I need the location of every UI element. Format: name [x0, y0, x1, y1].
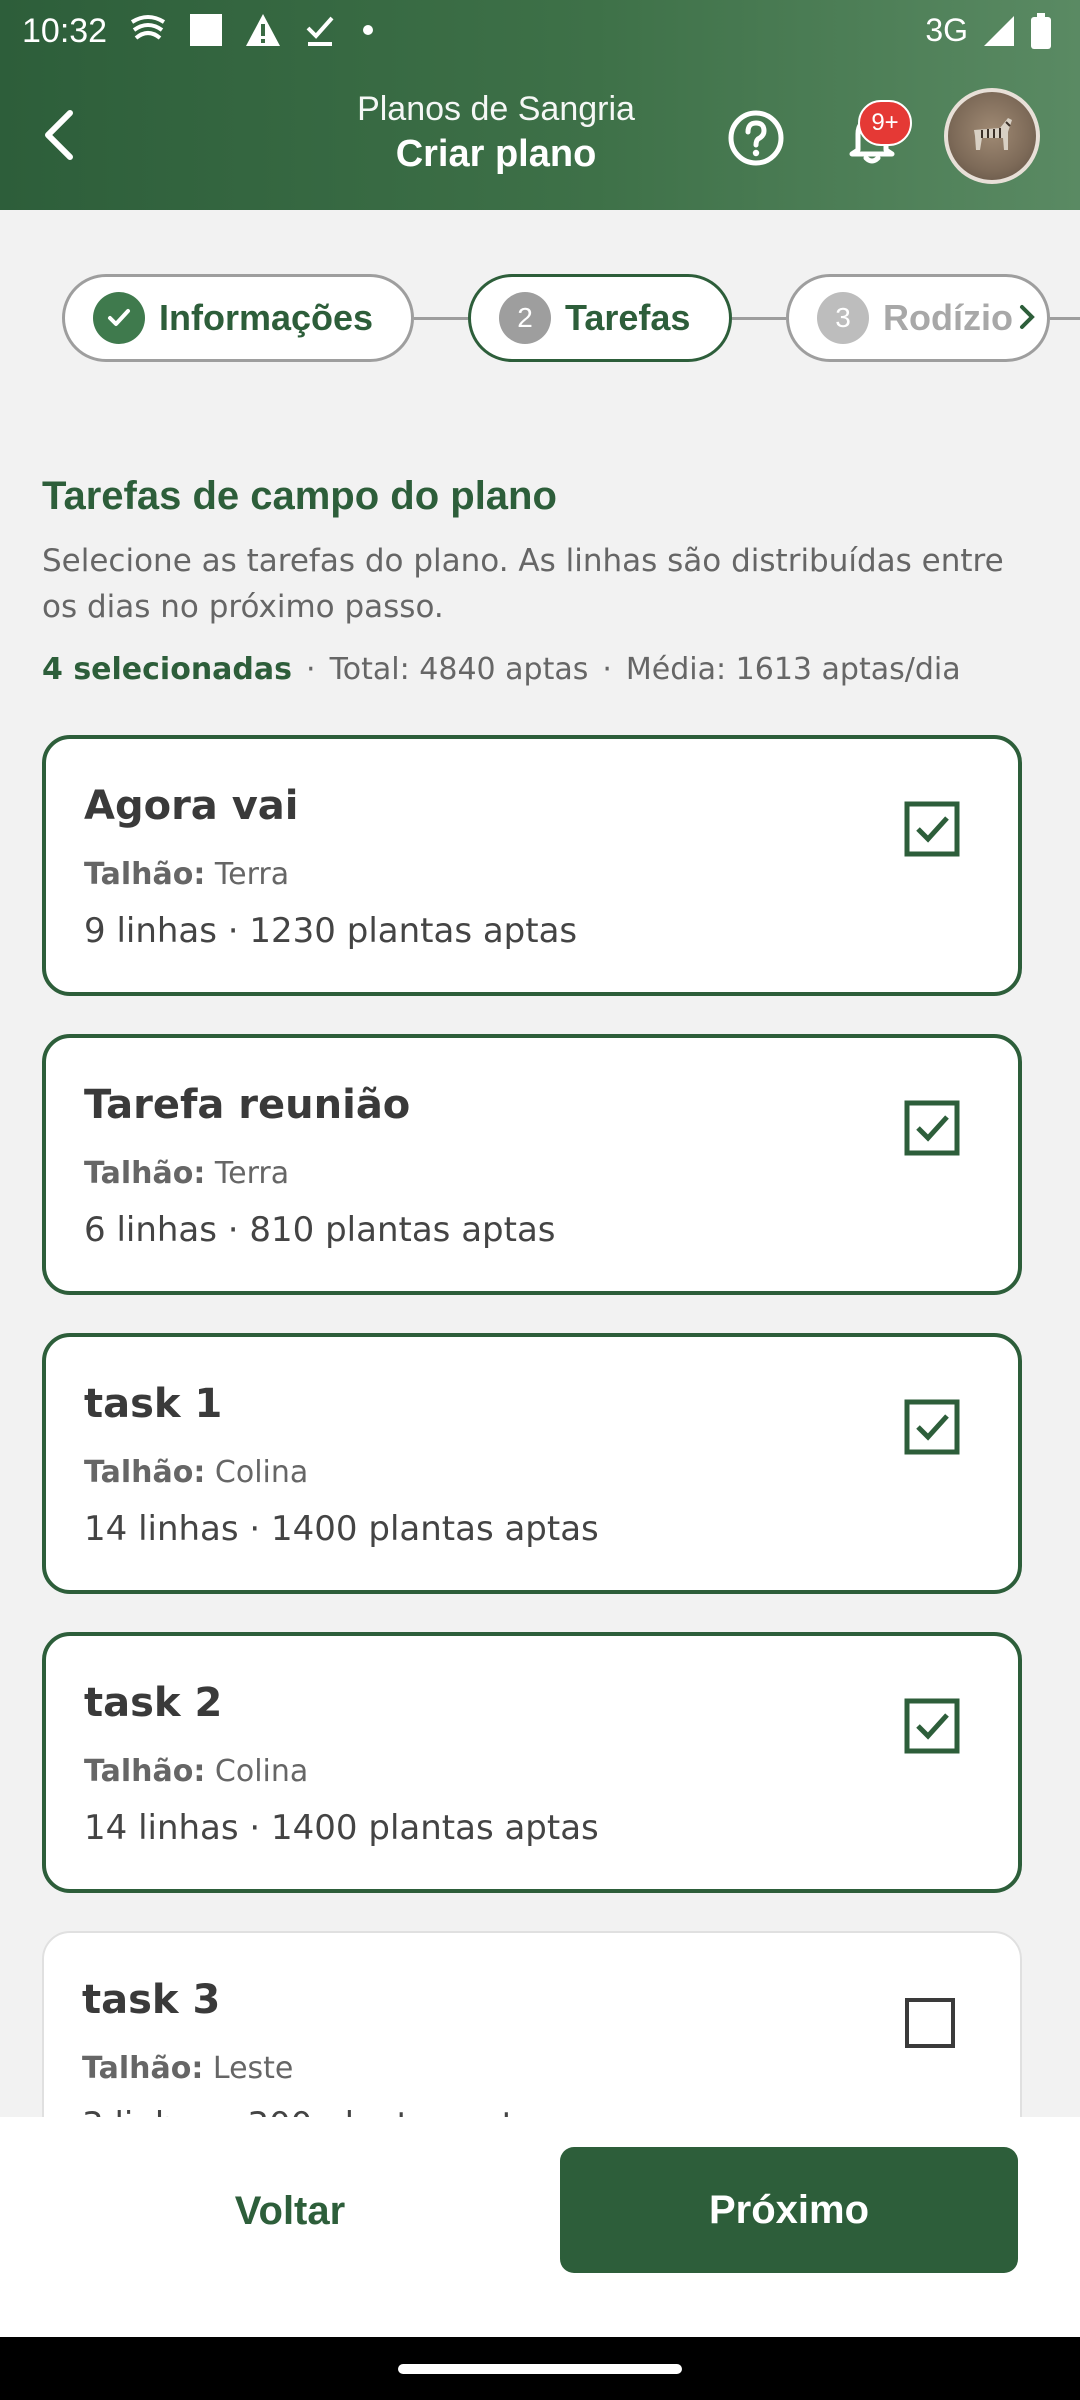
total-aptas: Total: 4840 aptas [329, 652, 589, 687]
step-done-badge [93, 292, 145, 344]
separator: · [306, 652, 316, 687]
task-plot: Talhão: Terra [84, 857, 289, 892]
task-card[interactable]: task 1 Talhão: Colina 14 linhas · 1400 p… [42, 1333, 1022, 1594]
task-card[interactable]: task 3 Talhão: Leste 3 linhas · 300 plan… [42, 1931, 1022, 2117]
task-plot: Talhão: Colina [84, 1455, 308, 1490]
selected-count: 4 selecionadas [42, 652, 293, 687]
notification-badge: 9+ [858, 100, 912, 146]
task-name: Agora vai [84, 783, 299, 829]
stepper: Informações 2 Tarefas 3 Rodízio [0, 260, 1080, 370]
wifi-calling-icon [130, 15, 166, 40]
step-informacoes[interactable]: Informações [62, 274, 414, 362]
task-name: task 1 [84, 1381, 223, 1427]
selection-summary: 4 selecionadas · Total: 4840 aptas · Média: … [42, 652, 961, 687]
task-stats: 9 linhas · 1230 plantas aptas [84, 911, 578, 951]
step-number: 3 [817, 292, 869, 344]
task-plot: Talhão: Leste [82, 2051, 293, 2086]
task-plot: Talhão: Terra [84, 1156, 289, 1191]
section-title: Tarefas de campo do plano [42, 474, 557, 518]
section-description: Selecione as tarefas do plano. As linhas… [42, 543, 1004, 625]
battery-icon [1031, 12, 1051, 49]
checkbox-unchecked-icon[interactable] [902, 1995, 958, 2051]
network-type: 3G [925, 12, 968, 48]
step-tarefas[interactable]: 2 Tarefas [468, 274, 732, 362]
status-right: 3G [925, 12, 1052, 49]
task-card[interactable]: Agora vai Talhão: Terra 9 linhas · 1230 … [42, 735, 1022, 996]
task-name: task 3 [82, 1977, 221, 2023]
task-list: Agora vai Talhão: Terra 9 linhas · 1230 … [42, 735, 1022, 2117]
warning-icon [246, 14, 280, 46]
plot-value: Terra [214, 857, 290, 892]
task-name: task 2 [84, 1680, 223, 1726]
check-icon [108, 309, 130, 326]
task-stats: 14 linhas · 1400 plantas aptas [84, 1808, 599, 1848]
task-stats: 14 linhas · 1400 plantas aptas [84, 1509, 599, 1549]
plot-value: Terra [214, 1156, 290, 1191]
header-supertitle: Planos de Sangria [357, 90, 635, 128]
plot-label: Talhão: [84, 857, 206, 892]
plot-value: Colina [214, 1754, 309, 1789]
step-label: Tarefas [565, 297, 691, 338]
chevron-left-icon [45, 110, 73, 160]
home-handle[interactable] [398, 2364, 682, 2374]
status-notification-icons [128, 12, 378, 48]
square-icon [190, 14, 222, 46]
plot-label: Talhão: [82, 2051, 204, 2086]
step-label: Informações [159, 297, 374, 338]
stepper-connector [414, 317, 468, 320]
header-titles: Planos de Sangria Criar plano [300, 90, 692, 176]
page-title: Criar plano [395, 133, 597, 175]
average-aptas: Média: 1613 aptas/dia [625, 652, 961, 687]
separator: · [602, 652, 612, 687]
help-icon[interactable] [726, 108, 786, 168]
task-plot: Talhão: Colina [84, 1754, 308, 1789]
plot-value: Colina [214, 1455, 309, 1490]
back-button[interactable] [30, 102, 86, 168]
avatar[interactable] [944, 88, 1040, 184]
plot-label: Talhão: [84, 1156, 206, 1191]
step-label: Rodízio [883, 297, 1013, 338]
task-name: Tarefa reunião [84, 1082, 411, 1128]
task-stats: 6 linhas · 810 plantas aptas [84, 1210, 556, 1250]
bottom-action-bar: Voltar Próximo [0, 2117, 1080, 2337]
task-card[interactable]: Tarefa reunião Talhão: Terra 6 linhas · … [42, 1034, 1022, 1295]
checkbox-checked-icon[interactable] [904, 801, 960, 857]
download-done-icon [306, 16, 334, 46]
step-rodizio[interactable]: 3 Rodízio [786, 274, 1050, 362]
plot-value: Leste [212, 2051, 294, 2086]
checkbox-checked-icon[interactable] [904, 1698, 960, 1754]
status-bar: 10:32 3G [0, 0, 1080, 64]
stepper-connector [732, 317, 786, 320]
signal-icon [984, 15, 1014, 46]
next-step-button[interactable]: Próximo [560, 2147, 1018, 2273]
system-nav-bar [0, 2337, 1080, 2400]
status-time: 10:32 [22, 12, 108, 50]
task-stats: 3 linhas · 300 plantas aptas [82, 2105, 554, 2117]
step-number: 2 [499, 292, 551, 344]
back-step-button[interactable]: Voltar [90, 2149, 490, 2273]
stepper-connector [1050, 317, 1080, 320]
dot-icon [363, 25, 373, 35]
checkbox-checked-icon[interactable] [904, 1399, 960, 1455]
zebra-avatar-icon [974, 118, 1012, 150]
checkbox-checked-icon[interactable] [904, 1100, 960, 1156]
task-card[interactable]: task 2 Talhão: Colina 14 linhas · 1400 p… [42, 1632, 1022, 1893]
plot-label: Talhão: [84, 1455, 206, 1490]
app-bar: 10:32 3G Planos de Sangria Criar plano 9… [0, 0, 1080, 210]
plot-label: Talhão: [84, 1754, 206, 1789]
chevron-right-icon [1020, 305, 1035, 329]
